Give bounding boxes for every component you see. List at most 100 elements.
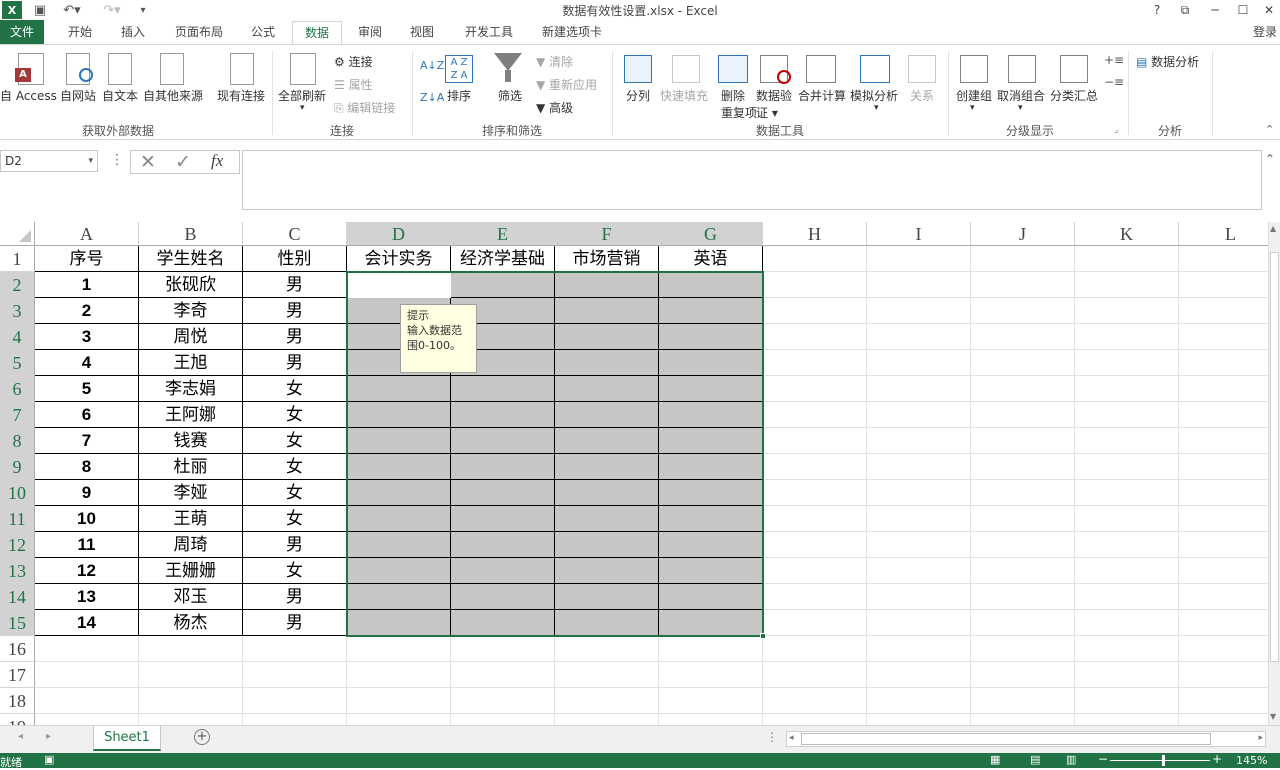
cell[interactable] [1075, 584, 1179, 610]
insert-function-button[interactable]: fx [211, 151, 223, 171]
cell[interactable] [971, 428, 1075, 454]
tab-page-layout[interactable]: 页面布局 [164, 20, 234, 44]
cell[interactable] [555, 272, 659, 298]
cell[interactable] [971, 246, 1075, 272]
cell[interactable] [1075, 324, 1179, 350]
cell[interactable] [347, 454, 451, 480]
fill-handle[interactable] [760, 633, 766, 639]
cell[interactable]: 周悦 [139, 324, 243, 350]
cell[interactable] [347, 376, 451, 402]
cell[interactable]: 10 [35, 506, 139, 532]
subtotal-button[interactable]: 分类汇总 [1050, 87, 1098, 104]
cell[interactable]: 李娅 [139, 480, 243, 506]
cell[interactable] [867, 350, 971, 376]
row-header[interactable]: 15 [0, 610, 35, 636]
cell[interactable]: 王阿娜 [139, 402, 243, 428]
normal-view-icon[interactable]: ▦ [990, 753, 1000, 766]
cell[interactable]: 男 [243, 350, 347, 376]
group-dropdown-icon[interactable]: ▾ [970, 103, 975, 113]
cell[interactable] [1075, 532, 1179, 558]
cell[interactable]: 13 [35, 584, 139, 610]
cell[interactable] [659, 558, 763, 584]
row-header[interactable]: 8 [0, 428, 35, 454]
scroll-right-icon[interactable]: ▸ [1258, 733, 1263, 743]
cell[interactable] [35, 688, 139, 714]
ungroup-button[interactable]: 取消组合 [997, 87, 1045, 104]
cell[interactable] [763, 714, 867, 725]
from-access-button[interactable]: 自 Access [0, 87, 57, 104]
row-header[interactable]: 18 [0, 688, 35, 714]
cell[interactable] [763, 688, 867, 714]
cell[interactable] [347, 610, 451, 636]
next-sheet-icon[interactable]: ▸ [46, 731, 51, 742]
cell[interactable]: 4 [35, 350, 139, 376]
edit-links-button[interactable]: ⎘ 编辑链接 [334, 99, 395, 116]
cell[interactable]: 李奇 [139, 298, 243, 324]
tab-data[interactable]: 数据 [292, 21, 342, 44]
cell[interactable] [763, 558, 867, 584]
collapse-ribbon-icon[interactable]: ⌃ [1265, 123, 1274, 136]
cell[interactable]: 男 [243, 324, 347, 350]
cell[interactable] [451, 610, 555, 636]
cell[interactable] [451, 584, 555, 610]
cell[interactable] [555, 428, 659, 454]
cell[interactable]: 2 [35, 298, 139, 324]
existing-connections-button[interactable]: 现有连接 [217, 87, 265, 104]
refresh-all-button[interactable]: 全部刷新 [278, 87, 326, 104]
cell[interactable] [659, 584, 763, 610]
group-button[interactable]: 创建组 [956, 87, 992, 104]
new-sheet-icon[interactable]: + [194, 729, 210, 745]
cell[interactable] [763, 480, 867, 506]
cell[interactable] [659, 402, 763, 428]
vertical-scrollbar[interactable]: ▲ ▼ [1268, 222, 1280, 725]
select-all-icon[interactable] [19, 230, 31, 242]
tab-review[interactable]: 审阅 [348, 20, 392, 44]
row-header[interactable]: 14 [0, 584, 35, 610]
cell[interactable] [867, 688, 971, 714]
cell[interactable]: 9 [35, 480, 139, 506]
cell[interactable] [971, 298, 1075, 324]
cell[interactable] [659, 532, 763, 558]
show-detail-icon[interactable]: +≡ [1104, 53, 1124, 67]
ungroup-dropdown-icon[interactable]: ▾ [1018, 103, 1023, 113]
cell[interactable] [347, 662, 451, 688]
cell[interactable] [659, 688, 763, 714]
cell[interactable] [1075, 376, 1179, 402]
cell[interactable] [971, 376, 1075, 402]
cell[interactable] [347, 402, 451, 428]
cell[interactable] [659, 350, 763, 376]
help-button[interactable]: ? [1144, 0, 1170, 20]
cell[interactable] [1179, 428, 1268, 454]
cell[interactable] [555, 376, 659, 402]
cell[interactable] [659, 376, 763, 402]
page-break-view-icon[interactable]: ▥ [1066, 753, 1076, 766]
cell[interactable] [763, 506, 867, 532]
name-box[interactable]: D2 ▾ [0, 150, 98, 172]
cell[interactable] [347, 714, 451, 725]
ribbon-display-icon[interactable]: ⧉ [1172, 0, 1198, 20]
cell[interactable] [555, 506, 659, 532]
cell[interactable] [659, 272, 763, 298]
cell[interactable] [763, 532, 867, 558]
tab-formulas[interactable]: 公式 [240, 20, 286, 44]
cell[interactable] [1179, 324, 1268, 350]
cell[interactable] [1179, 636, 1268, 662]
properties-button[interactable]: ☰ 属性 [334, 76, 373, 93]
cell[interactable] [1179, 584, 1268, 610]
cell[interactable] [1179, 662, 1268, 688]
cell[interactable] [659, 506, 763, 532]
cell[interactable] [1075, 610, 1179, 636]
cell[interactable] [971, 558, 1075, 584]
cell[interactable] [659, 324, 763, 350]
data-analysis-button[interactable]: ▤ 数据分析 [1136, 53, 1199, 70]
cell[interactable] [243, 714, 347, 725]
minimize-icon[interactable]: ─ [1202, 0, 1228, 20]
cell[interactable] [763, 324, 867, 350]
cell[interactable] [139, 636, 243, 662]
cell[interactable] [1179, 454, 1268, 480]
cell[interactable]: 8 [35, 454, 139, 480]
what-if-analysis-button[interactable]: 模拟分析 [850, 87, 898, 104]
cell[interactable]: 5 [35, 376, 139, 402]
cell[interactable] [451, 428, 555, 454]
select-all-corner[interactable] [0, 222, 35, 246]
